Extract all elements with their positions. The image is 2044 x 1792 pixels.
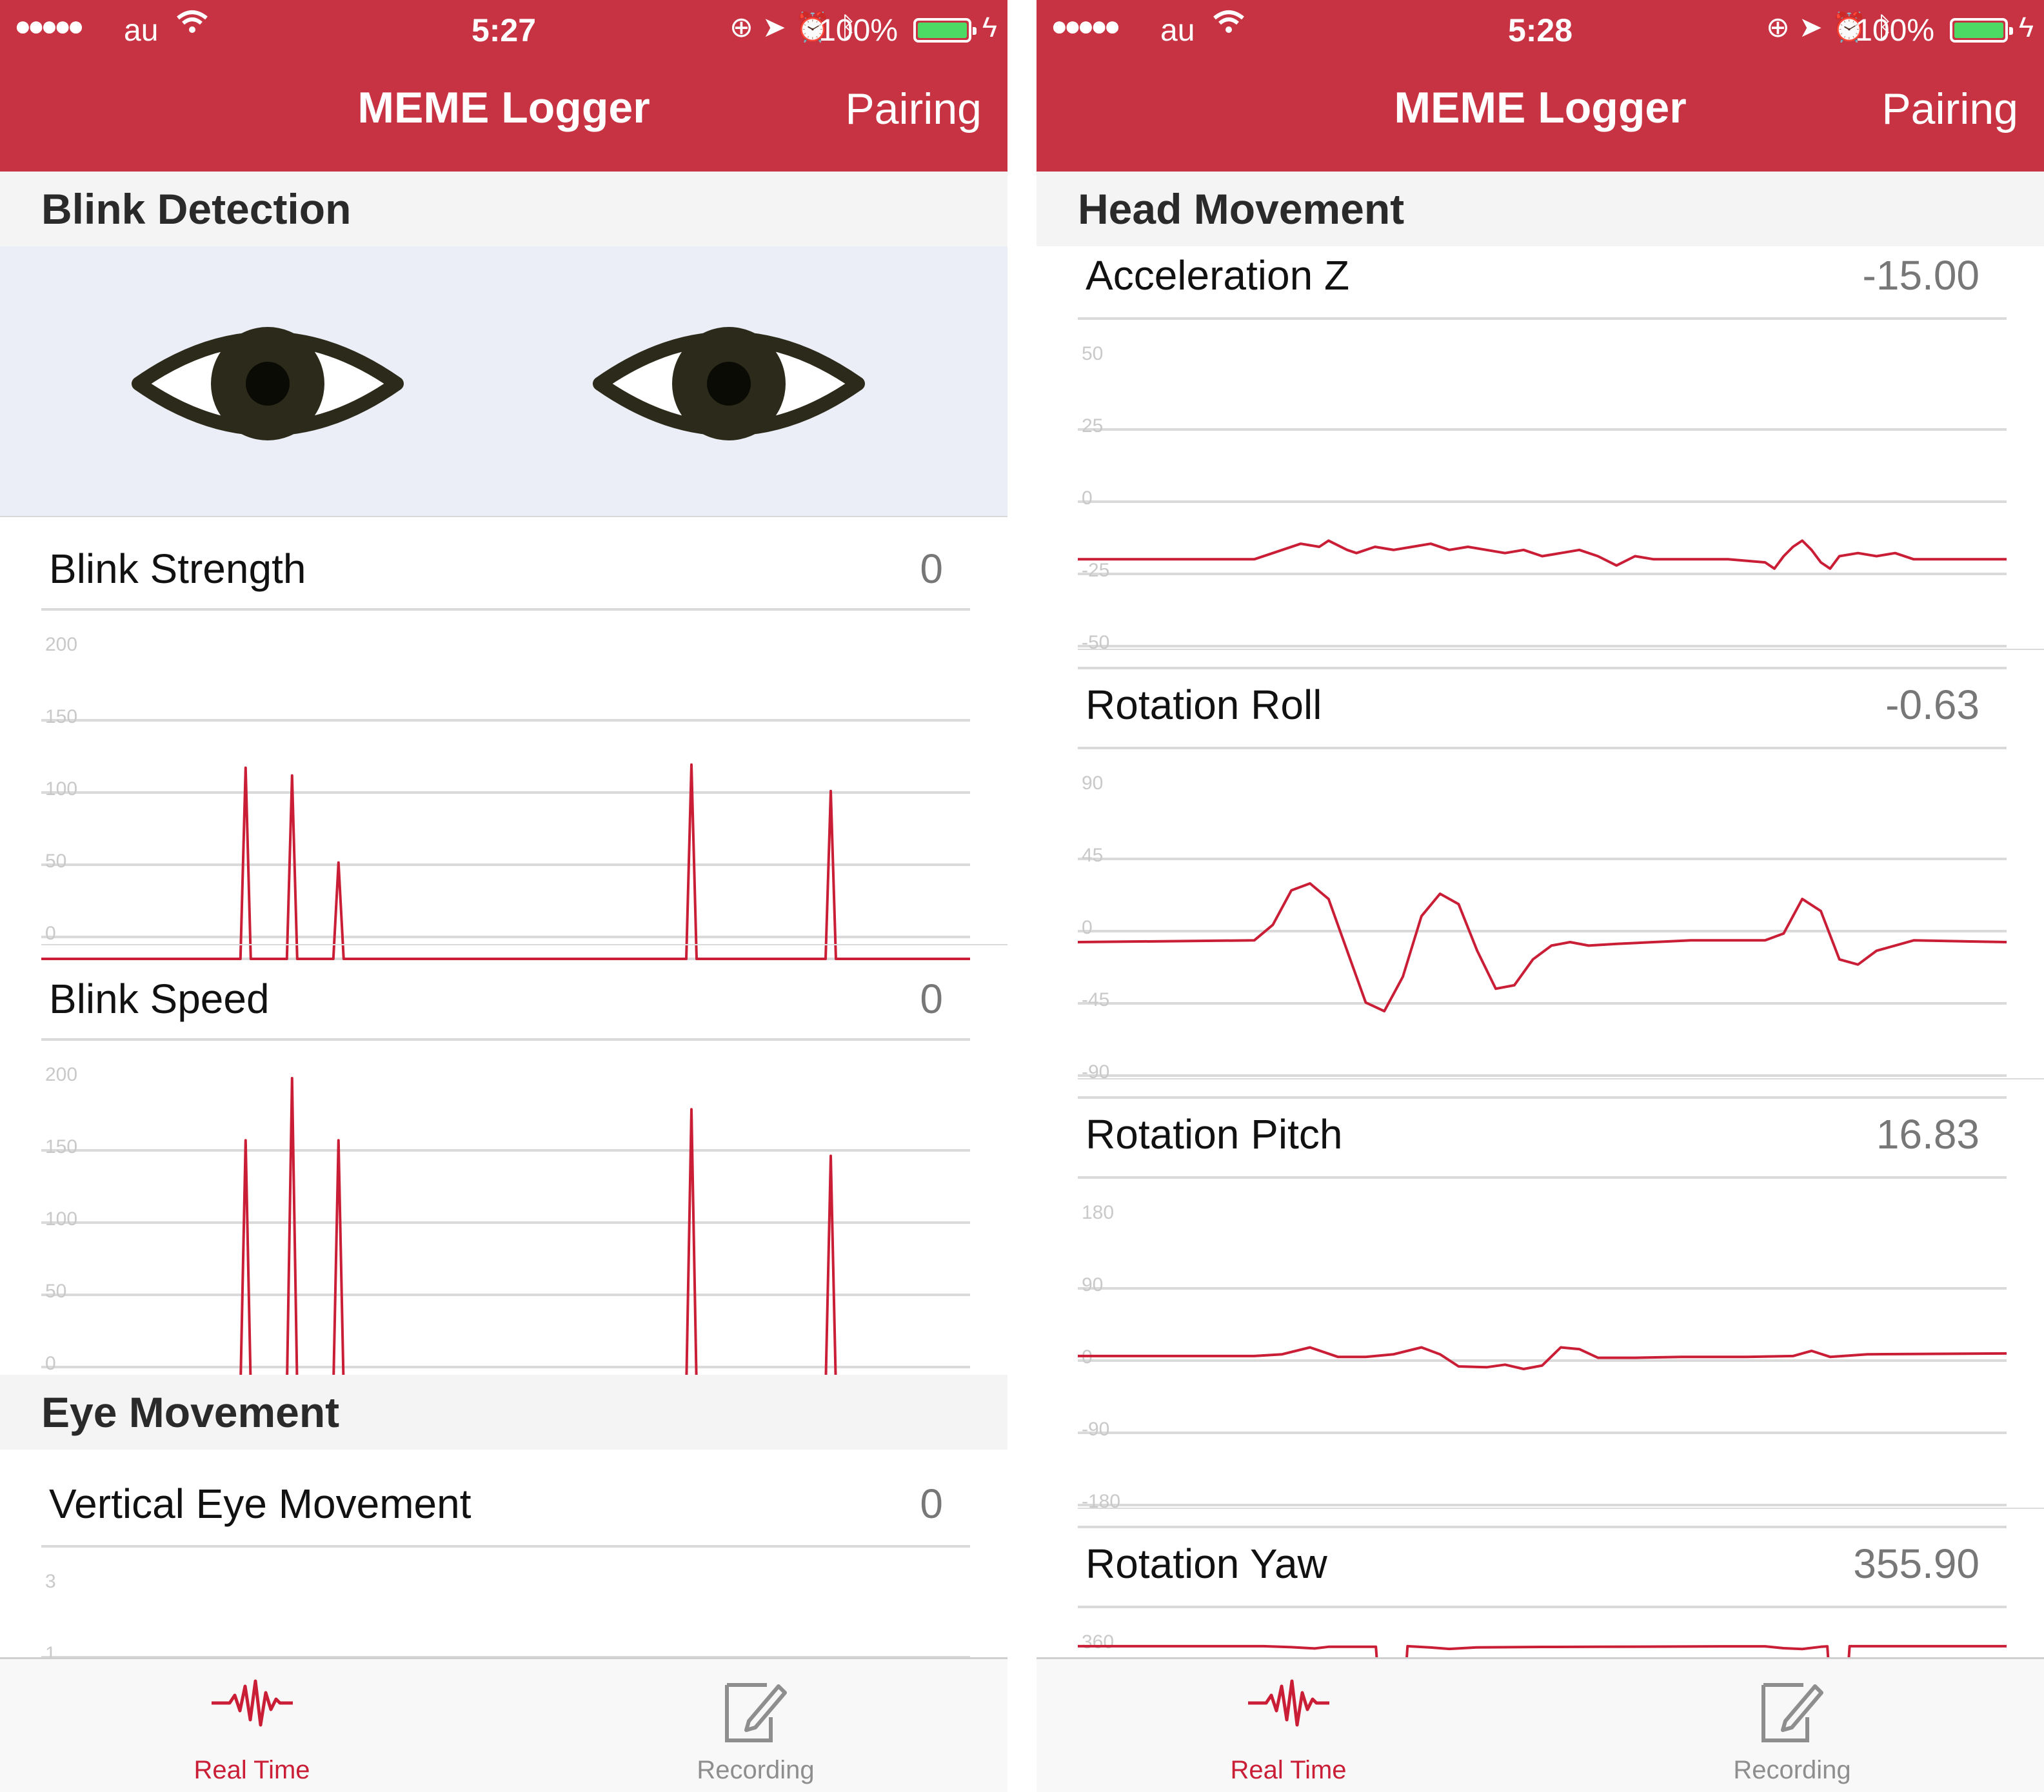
waveform-icon <box>1247 1679 1329 1727</box>
tick-label: 0 <box>45 923 56 944</box>
tick-label: 0 <box>1082 917 1093 938</box>
blink-speed-title: Blink Speed <box>49 976 270 1022</box>
vertical-eye-title: Vertical Eye Movement <box>49 1481 471 1527</box>
tab-bar: Real Time Recording <box>1037 1657 2044 1792</box>
tab-real-time[interactable]: Real Time <box>0 1659 504 1792</box>
battery-icon <box>913 18 977 43</box>
section-header-head-movement: Head Movement <box>1037 172 2044 246</box>
tab-recording[interactable]: Recording <box>1540 1659 2044 1792</box>
location-icon: ➤ <box>762 12 795 43</box>
blink-strength-title: Blink Strength <box>49 546 306 592</box>
data-trace <box>1077 882 2007 1013</box>
status-bar: ●●●●● au 5:27 ⊕➤⏰ᛒ 100% ϟ <box>0 6 1007 52</box>
rotation-pitch-chart: 180900-90-180 <box>1078 1176 2007 1528</box>
tick-label: -180 <box>1082 1491 1120 1512</box>
tick-label: 360 <box>1082 1631 1114 1653</box>
tab-label: Real Time <box>193 1756 310 1784</box>
charging-icon: ϟ <box>2018 12 2034 43</box>
rotation-pitch-value: 16.83 <box>1876 1111 1980 1157</box>
rotation-pitch-title: Rotation Pitch <box>1086 1111 1343 1157</box>
tick-label: -25 <box>1082 560 1109 581</box>
tick-label: 0 <box>45 1353 56 1374</box>
tick-label: 45 <box>1082 845 1103 866</box>
rotation-roll-value: -0.63 <box>1885 682 1980 728</box>
section-title: Head Movement <box>1078 185 1405 233</box>
tab-label: Real Time <box>1230 1756 1347 1784</box>
waveform-icon <box>211 1679 293 1727</box>
pairing-button[interactable]: Pairing <box>845 84 982 134</box>
cell-separator <box>41 944 1007 945</box>
rotation-yaw-chart: 360 <box>1078 1606 2007 1662</box>
tick-label: 90 <box>1082 1274 1103 1295</box>
section-header-blink-detection: Blink Detection <box>0 172 1007 246</box>
cell-separator <box>1078 1078 2044 1079</box>
navigation-bar: ●●●●● au 5:28 ⊕➤⏰ᛒ 100% ϟ MEME Logger Pa… <box>1037 0 2044 172</box>
location-icon: ➤ <box>1798 12 1832 43</box>
battery-percent: 100% <box>1855 14 1934 48</box>
tick-label: -50 <box>1082 632 1109 653</box>
blink-strength-chart: 200 150 100 50 0 <box>41 608 970 960</box>
tick-label: 200 <box>45 1064 77 1085</box>
tick-label: 180 <box>1082 1202 1114 1223</box>
rotation-roll-chart: 90 45 0 -45 -90 <box>1077 747 2007 1099</box>
rotation-yaw-value: 355.90 <box>1853 1541 1980 1587</box>
cell-separator <box>1078 649 2044 650</box>
rotation-yaw-title: Rotation Yaw <box>1086 1541 1327 1587</box>
data-trace <box>41 1077 970 1390</box>
battery-icon <box>1950 18 2013 43</box>
left-eye-icon <box>132 327 404 440</box>
acceleration-z-chart: 50 25 0 -25 -50 <box>1078 317 2007 669</box>
tick-label: -90 <box>1082 1419 1109 1440</box>
tick-label: 200 <box>45 634 77 655</box>
tick-label: 100 <box>45 1208 77 1230</box>
vertical-eye-value: 0 <box>920 1481 943 1527</box>
acceleration-z-title: Acceleration Z <box>1086 252 1350 299</box>
document-edit-icon <box>1761 1683 1823 1742</box>
tick-label: 3 <box>45 1571 56 1592</box>
rotation-lock-icon: ⊕ <box>1766 12 1799 43</box>
tab-real-time[interactable]: Real Time <box>1037 1659 1540 1792</box>
navigation-bar: ●●●●● au 5:27 ⊕➤⏰ᛒ 100% ϟ MEME Logger Pa… <box>0 0 1007 172</box>
battery-percent: 100% <box>819 14 898 48</box>
tab-recording[interactable]: Recording <box>504 1659 1007 1792</box>
tick-label: 50 <box>1082 343 1103 364</box>
status-bar: ●●●●● au 5:28 ⊕➤⏰ᛒ 100% ϟ <box>1037 6 2044 52</box>
tick-label: 50 <box>45 851 66 872</box>
tick-label: -45 <box>1082 989 1109 1010</box>
tab-bar: Real Time Recording <box>0 1657 1007 1792</box>
cell-separator <box>1078 1508 2044 1509</box>
tick-label: 25 <box>1082 415 1103 437</box>
vertical-eye-chart: 31 <box>41 1545 970 1680</box>
right-screen: ●●●●● au 5:28 ⊕➤⏰ᛒ 100% ϟ MEME Logger Pa… <box>1037 0 2044 1792</box>
tick-label: 100 <box>45 778 77 800</box>
tick-label: 150 <box>45 1136 77 1157</box>
blink-speed-chart: 200 150 100 50 0 <box>41 1038 970 1390</box>
tab-label: Recording <box>1733 1756 1851 1784</box>
pairing-button[interactable]: Pairing <box>1881 84 2018 134</box>
tick-label: 50 <box>45 1281 66 1302</box>
charging-icon: ϟ <box>982 12 997 43</box>
tick-label: -90 <box>1082 1061 1109 1083</box>
rotation-lock-icon: ⊕ <box>729 12 762 43</box>
section-header-eye-movement: Eye Movement <box>0 1375 1007 1450</box>
tab-label: Recording <box>697 1756 815 1784</box>
tick-label: 90 <box>1082 773 1103 794</box>
blink-eyes-panel <box>0 246 1007 517</box>
data-trace <box>1078 1346 2007 1370</box>
acceleration-z-value: -15.00 <box>1862 252 1980 299</box>
data-trace <box>1078 539 2007 570</box>
section-title: Eye Movement <box>41 1388 340 1436</box>
section-title: Blink Detection <box>41 185 352 233</box>
blink-speed-value: 0 <box>920 976 943 1022</box>
blink-strength-value: 0 <box>920 546 943 592</box>
tick-label: 150 <box>45 706 77 727</box>
rotation-roll-title: Rotation Roll <box>1086 682 1322 728</box>
right-eye-icon <box>593 327 865 440</box>
tick-label: 0 <box>1082 487 1093 509</box>
left-screen: ●●●●● au 5:27 ⊕➤⏰ᛒ 100% ϟ MEME Logger Pa… <box>0 0 1007 1792</box>
document-edit-icon <box>724 1683 787 1742</box>
